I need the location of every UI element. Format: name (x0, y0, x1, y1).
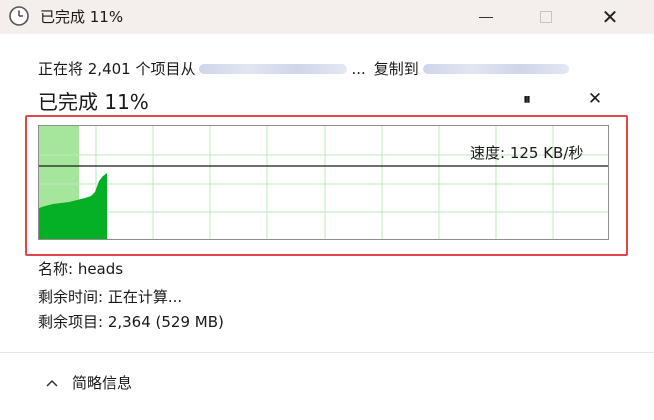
close-icon: ✕ (601, 5, 619, 29)
pause-button[interactable]: ⏸ (516, 88, 538, 110)
minimize-icon (479, 16, 493, 18)
window-title: 已完成 11% (40, 8, 124, 26)
file-name: 名称: heads (38, 260, 124, 278)
items-remaining: 剩余项目: 2,364 (529 MB) (38, 313, 224, 331)
cancel-button[interactable]: ✕ (584, 88, 606, 110)
chevron-up-icon (46, 379, 58, 387)
copy-description-prefix: 正在将 2,401 个项目从 (38, 60, 196, 78)
copy-description: 正在将 2,401 个项目从 ... 复制到 (38, 58, 573, 79)
time-remaining: 剩余时间: 正在计算... (38, 288, 183, 306)
maximize-icon (540, 11, 552, 23)
footer-divider (0, 352, 654, 353)
source-folder-link[interactable] (199, 63, 348, 74)
close-button[interactable]: ✕ (580, 0, 640, 34)
title-bar: 已完成 11% ✕ (0, 0, 654, 34)
copy-to-label: 复制到 (373, 60, 419, 78)
speed-label: 速度: 125 KB/秒 (470, 144, 584, 162)
minimize-button[interactable] (456, 0, 516, 34)
fewer-details-toggle[interactable]: 简略信息 (44, 372, 132, 393)
maximize-button[interactable] (516, 0, 576, 34)
fewer-details-label: 简略信息 (72, 374, 133, 392)
source-ellipsis: ... (351, 59, 366, 78)
progress-title: 已完成 11% (38, 90, 149, 114)
destination-folder-link[interactable] (422, 63, 569, 74)
clock-icon (9, 6, 29, 26)
